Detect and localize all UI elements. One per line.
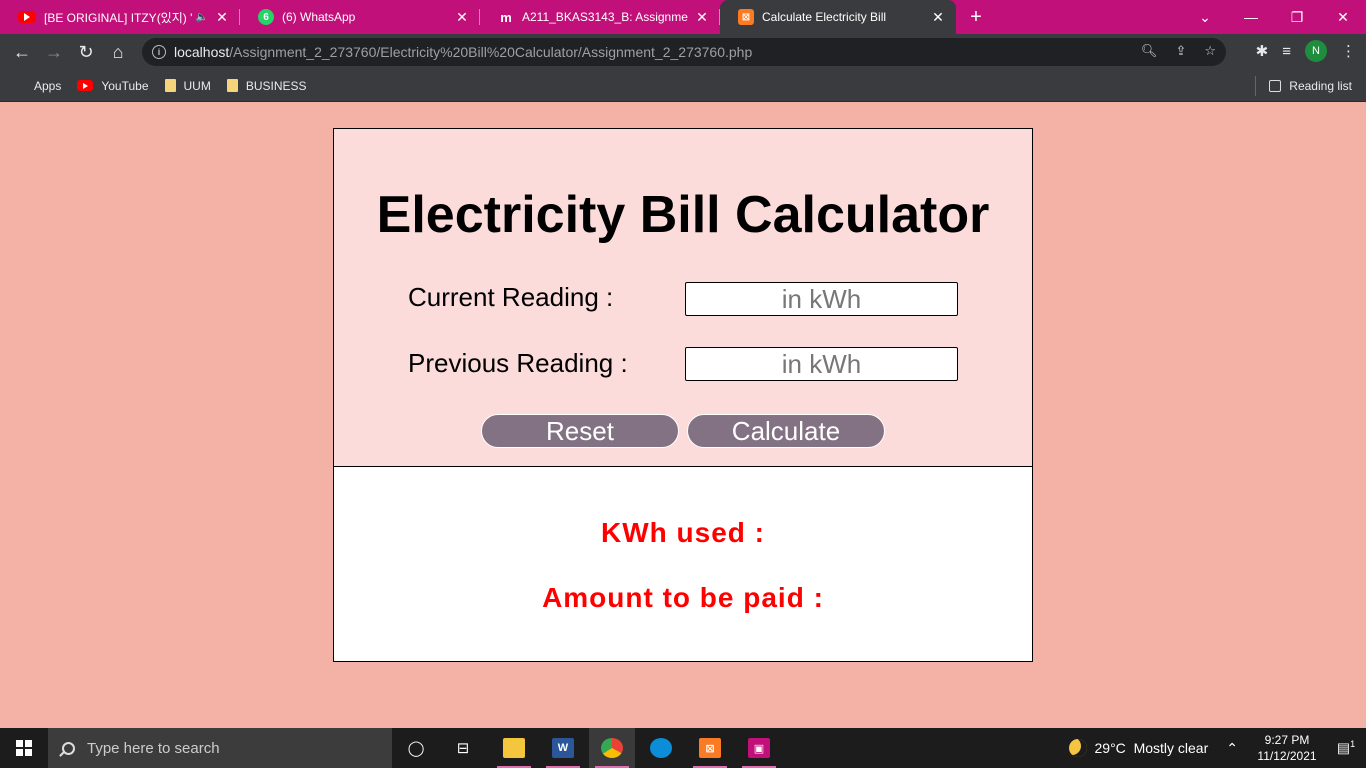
moodle-icon: m: [500, 9, 512, 25]
reading-list-icon: [1269, 80, 1282, 92]
bookmark-label: Apps: [34, 78, 62, 93]
menu-icon[interactable]: ⋮: [1341, 42, 1356, 60]
reload-icon[interactable]: ↻: [70, 36, 102, 68]
clock-time: 9:27 PM: [1264, 733, 1310, 747]
close-tab-icon[interactable]: ✕: [454, 9, 470, 25]
youtube-icon: [77, 80, 94, 91]
address-bar[interactable]: i localhost/Assignment_2_273760/Electric…: [142, 38, 1226, 66]
folder-icon: [226, 79, 238, 92]
page-title: Electricity Bill Calculator: [376, 186, 990, 244]
word-icon[interactable]: W: [540, 728, 586, 768]
url-text[interactable]: localhost/Assignment_2_273760/Electricit…: [174, 44, 752, 60]
tab-title: A211_BKAS3143_B: Assignment 2: [522, 10, 688, 24]
tab-title: Calculate Electricity Bill: [762, 10, 887, 24]
weather-moon-icon[interactable]: [1068, 739, 1087, 757]
cortana-icon[interactable]: ◯: [393, 728, 439, 768]
kwh-used-label: KWh used :: [601, 517, 765, 548]
restore-icon[interactable]: ❐: [1274, 9, 1320, 26]
speaker-icon[interactable]: 🔈: [196, 12, 208, 23]
bookmark-youtube[interactable]: YouTube: [77, 78, 149, 93]
home-icon[interactable]: ⌂: [102, 36, 134, 68]
close-tab-icon[interactable]: ✕: [694, 9, 710, 25]
share-icon[interactable]: ⇪: [1175, 43, 1186, 59]
clock-date: 11/12/2021: [1257, 749, 1317, 763]
notifications-icon[interactable]: ▤1: [1326, 739, 1366, 757]
profile-avatar[interactable]: N: [1305, 40, 1327, 62]
close-tab-icon[interactable]: ✕: [930, 9, 946, 25]
weather-text[interactable]: 29°C Mostly clear: [1095, 740, 1209, 756]
calculator-panel: Electricity Bill Calculator Current Read…: [333, 128, 1033, 468]
apps-grid-icon: [14, 80, 26, 92]
tab-bar: [BE ORIGINAL] ITZY(있지) 'W 🔈 ✕ 6 (6) What…: [0, 0, 1366, 34]
forward-icon[interactable]: →: [38, 36, 70, 68]
tab-search-icon[interactable]: ⌄: [1182, 9, 1228, 26]
extensions-icon[interactable]: ✱: [1256, 42, 1269, 60]
youtube-icon: [18, 11, 36, 23]
windows-taskbar: Type here to search ◯ ⊟ W ⊠ ▣ 29°C Mostl…: [0, 728, 1366, 768]
tab-moodle[interactable]: m A211_BKAS3143_B: Assignment 2 ✕: [480, 0, 720, 34]
windows-logo-icon: [16, 740, 32, 756]
previous-reading-label: Previous Reading :: [408, 348, 628, 378]
new-tab-button[interactable]: +: [956, 0, 996, 34]
bookmark-label: UUM: [183, 78, 211, 93]
xampp-icon: ⊠: [738, 9, 754, 25]
show-hidden-icons-icon[interactable]: ⌃: [1226, 740, 1238, 757]
edge-icon[interactable]: [638, 728, 684, 768]
previous-reading-input[interactable]: [685, 347, 958, 381]
reset-button[interactable]: Reset: [481, 414, 679, 448]
bookmarks-bar: Apps YouTube UUM BUSINESS Reading list: [0, 70, 1366, 102]
system-tray: 29°C Mostly clear ⌃ 9:27 PM 11/12/2021 ▤…: [1068, 728, 1366, 768]
minimize-icon[interactable]: —: [1228, 9, 1274, 25]
result-panel: KWh used : Amount to be paid :: [333, 467, 1033, 662]
chrome-icon[interactable]: [589, 728, 635, 768]
reading-list-label: Reading list: [1289, 79, 1352, 93]
bookmark-label: BUSINESS: [245, 78, 307, 93]
xampp-icon[interactable]: ⊠: [687, 728, 733, 768]
site-info-icon[interactable]: i: [152, 45, 166, 59]
tab-title: (6) WhatsApp: [282, 10, 356, 24]
zoom-icon[interactable]: 🔍︎: [1141, 43, 1158, 59]
file-explorer-icon[interactable]: [491, 728, 537, 768]
taskbar-search-box[interactable]: Type here to search: [48, 728, 392, 768]
media-control-icon[interactable]: ≡: [1282, 43, 1291, 60]
whatsapp-icon: 6: [258, 9, 274, 25]
tab-whatsapp[interactable]: 6 (6) WhatsApp ✕: [240, 0, 480, 34]
reading-list-button[interactable]: Reading list: [1255, 76, 1352, 96]
close-tab-icon[interactable]: ✕: [214, 9, 230, 25]
notification-count: 1: [1350, 739, 1356, 750]
task-view-icon[interactable]: ⊟: [440, 728, 486, 768]
image-app-icon[interactable]: ▣: [736, 728, 782, 768]
current-reading-label: Current Reading :: [408, 282, 614, 312]
calculate-button[interactable]: Calculate: [687, 414, 885, 448]
search-placeholder: Type here to search: [87, 739, 220, 757]
bookmark-star-icon[interactable]: ☆: [1204, 43, 1216, 59]
tab-title: [BE ORIGINAL] ITZY(있지) 'W: [44, 10, 192, 25]
bookmark-uum[interactable]: UUM: [164, 78, 211, 93]
amount-to-pay-label: Amount to be paid :: [542, 582, 824, 613]
bookmark-business[interactable]: BUSINESS: [226, 78, 307, 93]
close-window-icon[interactable]: ✕: [1320, 9, 1366, 26]
search-icon: [62, 741, 75, 755]
clock[interactable]: 9:27 PM 11/12/2021: [1248, 732, 1326, 764]
tab-calculate-electricity-bill[interactable]: ⊠ Calculate Electricity Bill ✕: [720, 0, 956, 34]
back-icon[interactable]: ←: [6, 36, 38, 68]
folder-icon: [164, 79, 176, 92]
start-button[interactable]: [0, 728, 48, 768]
bookmark-label: YouTube: [101, 78, 149, 93]
tab-youtube[interactable]: [BE ORIGINAL] ITZY(있지) 'W 🔈 ✕: [0, 0, 240, 34]
window-controls: ⌄ — ❐ ✕: [1182, 0, 1366, 34]
browser-toolbar: ← → ↻ ⌂ i localhost/Assignment_2_273760/…: [0, 34, 1366, 70]
current-reading-input[interactable]: [685, 282, 958, 316]
bookmark-apps[interactable]: Apps: [14, 79, 61, 93]
